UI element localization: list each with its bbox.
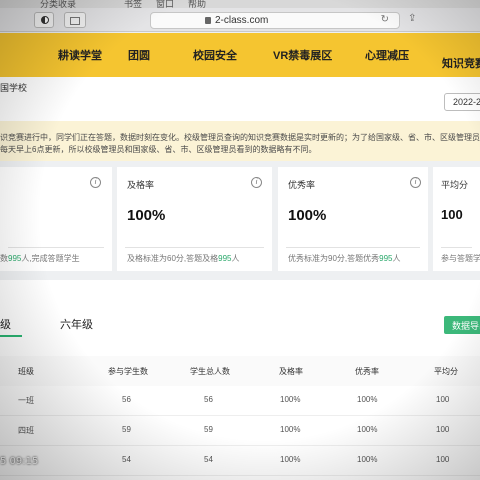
cell-average: 100 (436, 425, 450, 434)
photo-timestamp: 5 09:15 (0, 456, 39, 467)
col-header: 参与学生数 (108, 367, 148, 376)
notice-line-1: 识竞赛进行中，同学们正在答题，数据时刻在变化。校级管理员查询的知识竞赛数据是实时… (0, 133, 480, 142)
cell-excellent-rate: 100% (357, 395, 378, 404)
nav-item-vr-drug[interactable]: VR禁毒展区 (273, 47, 332, 63)
privacy-shield-button[interactable] (34, 12, 54, 28)
nav-item-campus-safety[interactable]: 校园安全 (193, 47, 237, 63)
cell-participants: 56 (122, 395, 131, 404)
info-icon[interactable]: i (410, 177, 421, 188)
cell-pass-rate: 100% (280, 455, 301, 464)
page-header: 国学校 2022-202 (0, 77, 480, 121)
info-icon[interactable]: i (251, 177, 262, 188)
card-divider (125, 247, 264, 248)
tab-grade-current[interactable]: 级 (0, 316, 11, 332)
cell-average: 100 (436, 455, 450, 464)
card-divider (286, 247, 420, 248)
stat-card-excellent-rate: 优秀率 i 100% 优秀标准为90分,答题优秀995人 (278, 167, 428, 271)
shield-icon (41, 16, 49, 24)
table-row: 54 54 100% 100% 100 (0, 446, 480, 476)
cell-class: 一班 (18, 396, 34, 405)
tab-overview-button[interactable] (64, 12, 86, 28)
cell-total: 54 (204, 455, 213, 464)
table-row: 四班 59 59 100% 100% 100 (0, 416, 480, 446)
school-name: 国学校 (0, 83, 28, 93)
reload-icon[interactable]: ↻ (381, 14, 389, 25)
share-icon[interactable]: ⇪ (408, 13, 416, 24)
card-footnote: 参与答题学生 (441, 254, 480, 263)
col-header: 学生总人数 (190, 367, 230, 376)
card-footnote: 优秀标准为90分,答题优秀995人 (288, 254, 401, 263)
browser-toolbar: 2-class.com ↻ ⇪ (0, 8, 480, 32)
excellent-rate-value: 100% (288, 207, 327, 224)
nav-item-gengdu[interactable]: 耕读学堂 (58, 47, 102, 63)
cell-class: 四班 (18, 426, 34, 435)
card-footnote: 数995人,完成答题学生 (0, 254, 80, 263)
cell-participants: 54 (122, 455, 131, 464)
col-header: 班级 (18, 367, 34, 376)
export-button[interactable]: 数据导出 (444, 316, 480, 334)
stat-card-participants: i 数995人,完成答题学生 (0, 167, 112, 271)
average-value: 100 (441, 207, 463, 222)
cell-total: 56 (204, 395, 213, 404)
info-icon[interactable]: i (90, 177, 101, 188)
stat-card-pass-rate: 及格率 i 100% 及格标准为60分,答题及格995人 (117, 167, 272, 271)
notice-line-2: 每天早上6点更新，所以校级管理员和国家级、省、市、区级管理员看到的数据略有不同。 (0, 145, 317, 154)
card-label: 及格率 (127, 180, 155, 190)
card-footnote: 及格标准为60分,答题及格995人 (127, 254, 240, 263)
cell-pass-rate: 100% (280, 425, 301, 434)
col-header: 平均分 (434, 367, 458, 376)
notice-banner: 识竞赛进行中，同学们正在答题，数据时刻在变化。校级管理员查询的知识竞赛数据是实时… (0, 121, 480, 161)
cell-excellent-rate: 100% (357, 425, 378, 434)
card-label: 平均分 (441, 180, 469, 190)
col-header: 及格率 (279, 367, 303, 376)
tab-grade-six[interactable]: 六年级 (60, 316, 93, 332)
url-text: 2-class.com (215, 15, 269, 26)
nav-item-tuanyuan[interactable]: 团圆 (128, 47, 150, 63)
tab-active-indicator (0, 335, 22, 337)
stat-card-average: 平均分 100 参与答题学生 (433, 167, 480, 271)
nav-item-psych[interactable]: 心理减压 (365, 47, 409, 63)
pass-rate-value: 100% (127, 207, 166, 224)
cell-participants: 59 (122, 425, 131, 434)
cell-pass-rate: 100% (280, 395, 301, 404)
card-label: 优秀率 (288, 180, 316, 190)
class-table-panel: 级 六年级 数据导出 班级 参与学生数 学生总人数 及格率 优秀率 平均分 一班… (0, 280, 480, 480)
year-select[interactable]: 2022-202 (444, 93, 480, 111)
card-divider (441, 247, 472, 248)
lock-icon (205, 17, 211, 24)
mac-menubar: 分类收录 书签 窗口 帮助 (0, 0, 480, 9)
table-header: 班级 参与学生数 学生总人数 及格率 优秀率 平均分 (0, 356, 480, 386)
cell-excellent-rate: 100% (357, 455, 378, 464)
address-bar[interactable]: 2-class.com ↻ (150, 12, 400, 29)
col-header: 优秀率 (355, 367, 379, 376)
card-divider (8, 247, 104, 248)
main-nav: 耕读学堂 团圆 校园安全 VR禁毒展区 心理减压 知识竞赛 (0, 33, 480, 77)
cell-total: 59 (204, 425, 213, 434)
nav-item-quiz[interactable]: 知识竞赛 (442, 55, 480, 71)
cell-average: 100 (436, 395, 450, 404)
screen: 分类收录 书签 窗口 帮助 2-class.com ↻ ⇪ 耕读学堂 团圆 校园… (0, 0, 480, 480)
table-row: 一班 56 56 100% 100% 100 (0, 386, 480, 416)
